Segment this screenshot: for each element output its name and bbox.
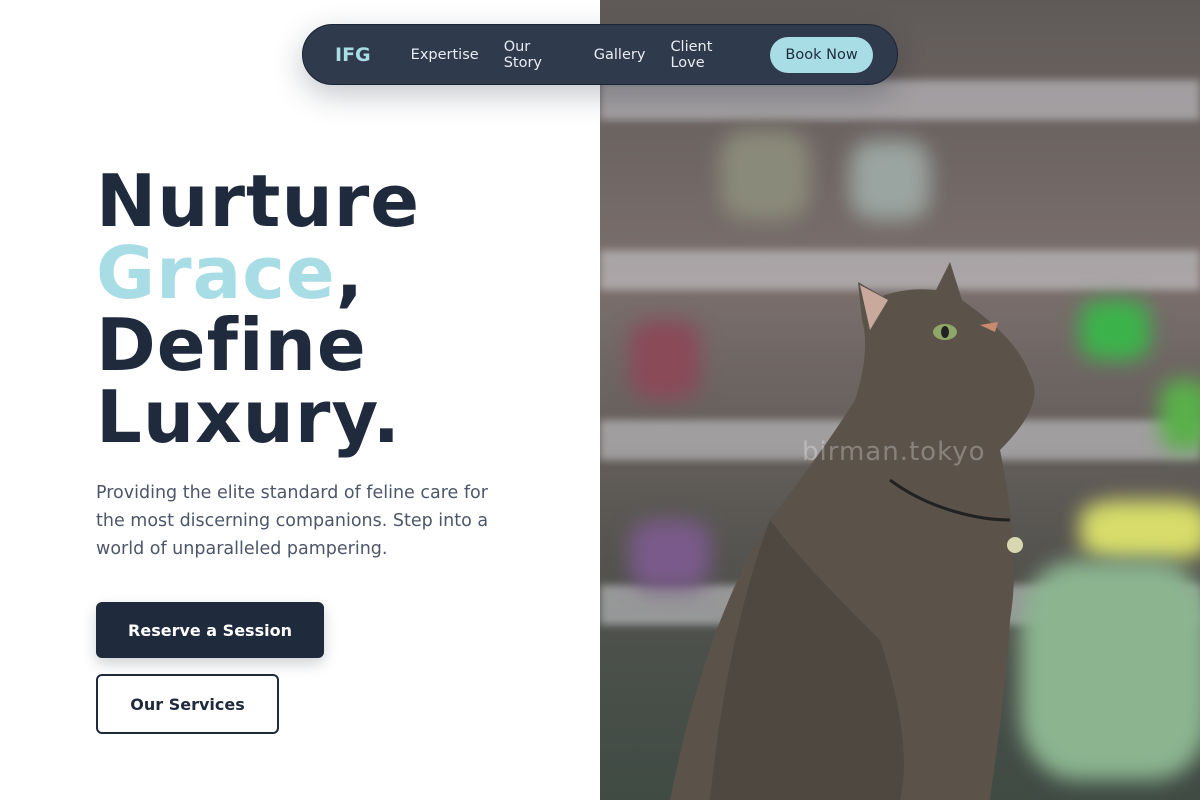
headline-line-4: Luxury. [96,375,402,459]
nav-link-gallery[interactable]: Gallery [594,47,646,63]
cat-silhouette [670,262,1035,800]
hero-section: Nurture Grace, Define Luxury. [96,165,576,453]
nav-link-client-love[interactable]: Client Love [670,39,746,71]
hero-photo-cat: birman.tokyo [600,0,1200,800]
hero-headline: Nurture Grace, Define Luxury. [96,165,576,453]
nav-link-expertise[interactable]: Expertise [411,47,479,63]
photo-watermark: birman.tokyo [802,437,986,467]
brand-logo[interactable]: IFG [335,44,371,66]
reserve-session-button[interactable]: Reserve a Session [96,602,324,658]
hero-subtitle: Providing the elite standard of feline c… [96,483,489,559]
top-navigation: IFG Expertise Our Story Gallery Client L… [302,24,898,85]
nav-link-our-story[interactable]: Our Story [504,39,569,71]
our-services-button[interactable]: Our Services [96,674,279,734]
book-now-button[interactable]: Book Now [770,36,873,73]
